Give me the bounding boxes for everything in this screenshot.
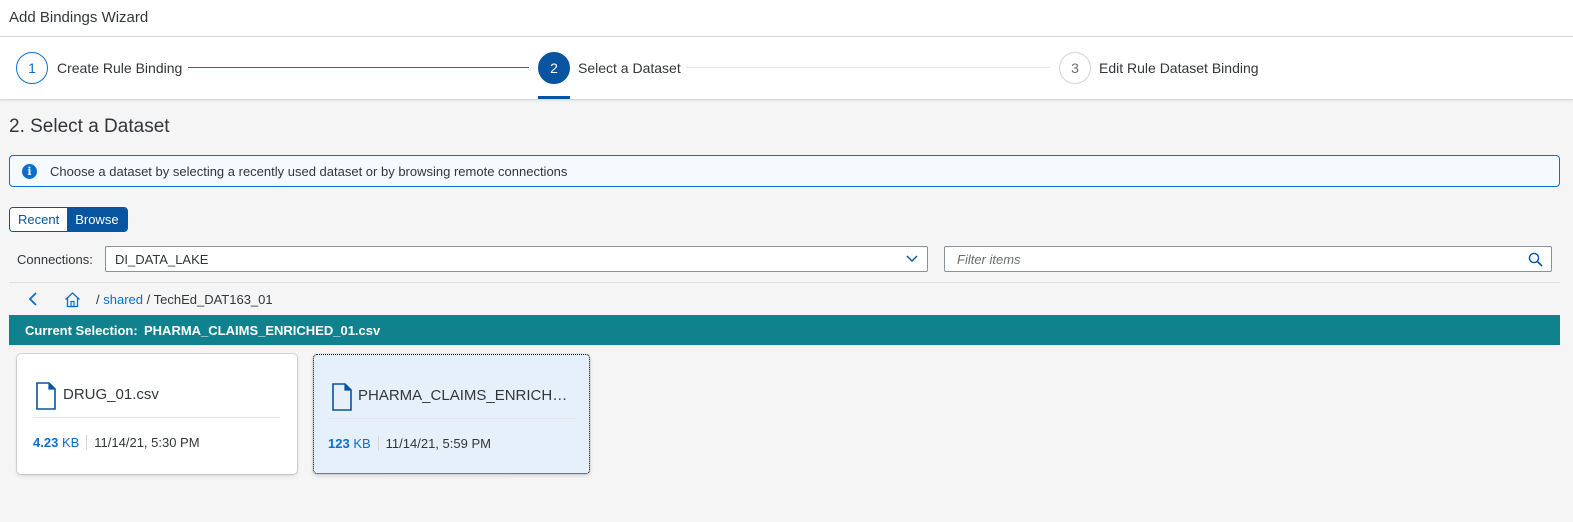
- card-divider: [33, 417, 280, 418]
- breadcrumb-current: TechEd_DAT163_01: [153, 292, 273, 307]
- wizard-progress: 1 Create Rule Binding 2 Select a Dataset…: [0, 37, 1573, 100]
- current-selection-value: PHARMA_CLAIMS_ENRICHED_01.csv: [144, 323, 381, 338]
- info-message-text: Choose a dataset by selecting a recently…: [50, 164, 568, 179]
- info-message-strip: i Choose a dataset by selecting a recent…: [9, 155, 1560, 187]
- wizard-step-1-number[interactable]: 1: [16, 52, 48, 84]
- wizard-connector-2: [686, 67, 1050, 68]
- file-date: 11/14/21, 5:30 PM: [94, 435, 200, 450]
- file-card-drug[interactable]: DRUG_01.csv 4.23 KB 11/14/21, 5:30 PM: [17, 354, 297, 474]
- file-size-value: 123: [328, 436, 350, 451]
- breadcrumb-root-separator: /: [96, 292, 100, 307]
- breadcrumb-link-shared[interactable]: shared: [103, 292, 143, 307]
- file-name: DRUG_01.csv: [63, 386, 159, 403]
- wizard-step-3-label[interactable]: Edit Rule Dataset Binding: [1099, 60, 1259, 76]
- file-name: PHARMA_CLAIMS_ENRICHED_01.csv: [358, 387, 574, 404]
- connections-select[interactable]: DI_DATA_LAKE: [105, 246, 928, 272]
- page-title: 2. Select a Dataset: [9, 116, 170, 137]
- file-meta: 123 KB 11/14/21, 5:59 PM: [328, 436, 491, 451]
- document-icon: [36, 382, 56, 410]
- wizard-step-1-label[interactable]: Create Rule Binding: [57, 60, 182, 76]
- connections-label: Connections:: [17, 252, 93, 267]
- title-bar: Add Bindings Wizard: [0, 0, 1573, 37]
- chevron-down-icon[interactable]: [905, 251, 919, 265]
- filter-input[interactable]: [946, 248, 1516, 270]
- window-title: Add Bindings Wizard: [9, 9, 149, 26]
- file-card-pharma-claims[interactable]: PHARMA_CLAIMS_ENRICHED_01.csv 123 KB 11/…: [313, 354, 590, 474]
- filter-field[interactable]: [944, 246, 1552, 272]
- file-size-unit: KB: [353, 436, 371, 451]
- home-icon[interactable]: [64, 291, 81, 308]
- breadcrumb: / shared / TechEd_DAT163_01: [96, 292, 273, 307]
- active-step-indicator: [538, 96, 570, 99]
- meta-separator: [377, 436, 379, 451]
- current-selection-bar: Current Selection: PHARMA_CLAIMS_ENRICHE…: [9, 315, 1560, 345]
- wizard-step-2-number[interactable]: 2: [538, 52, 570, 84]
- browse-button[interactable]: Browse: [67, 208, 127, 231]
- search-icon[interactable]: [1528, 252, 1543, 267]
- wizard-step-2-label[interactable]: Select a Dataset: [578, 60, 681, 76]
- source-toggle: Recent Browse: [9, 207, 128, 232]
- back-icon[interactable]: [26, 291, 40, 307]
- meta-separator: [86, 435, 88, 450]
- card-divider: [328, 418, 575, 419]
- info-icon: i: [22, 164, 37, 179]
- document-icon: [332, 383, 352, 411]
- wizard-connector-1: [188, 67, 529, 68]
- file-date: 11/14/21, 5:59 PM: [385, 436, 491, 451]
- file-size-value: 4.23: [33, 435, 59, 450]
- connections-value: DI_DATA_LAKE: [115, 252, 209, 267]
- breadcrumb-separator: /: [143, 292, 154, 307]
- file-size-unit: KB: [61, 435, 80, 450]
- toolbar-divider: [9, 282, 1560, 283]
- file-meta: 4.23 KB 11/14/21, 5:30 PM: [33, 435, 200, 450]
- recent-button[interactable]: Recent: [10, 208, 68, 231]
- wizard-step-3-number[interactable]: 3: [1059, 52, 1091, 84]
- current-selection-label: Current Selection:: [25, 323, 138, 338]
